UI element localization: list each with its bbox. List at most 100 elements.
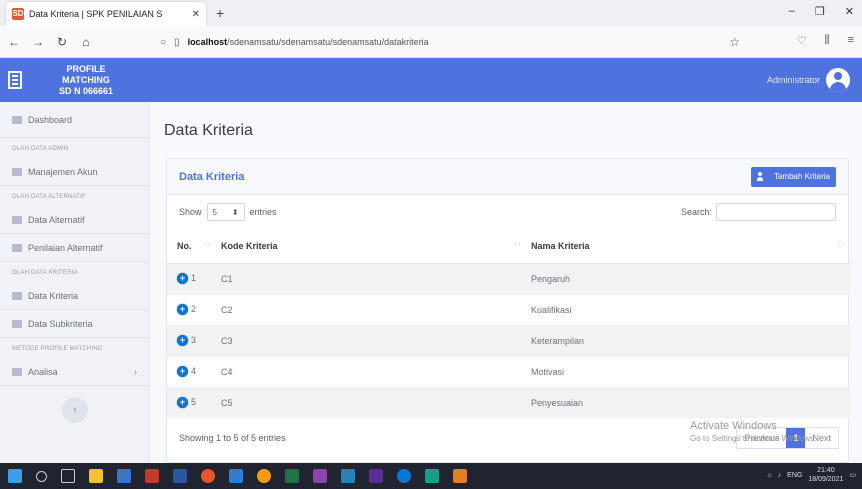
edge-icon[interactable] (397, 469, 411, 483)
cell-kode: C2 (217, 293, 527, 325)
cell-nama: Kualifikasi (527, 293, 850, 325)
chrome-icon[interactable] (257, 469, 271, 483)
row-number: 4 (191, 365, 197, 376)
sidebar-item-subkriteria[interactable]: Data Subkriteria (0, 310, 149, 338)
column-header-kode[interactable]: Kode Kriteria ↑↓ (217, 229, 527, 264)
show-label: Show (179, 207, 202, 217)
cell-kode: C4 (217, 355, 527, 387)
sidebar-item-penilaian[interactable]: Penilaian Alternatif (0, 234, 149, 262)
pocket-icon[interactable]: ♡ (797, 34, 807, 47)
home-icon[interactable]: ⌂ (80, 35, 92, 49)
library-icon[interactable]: ⫼ (825, 34, 830, 47)
sidebar-item-alternatif[interactable]: Data Alternatif (0, 206, 149, 234)
dashboard-icon (12, 115, 22, 124)
sidebar: Dashboard OLAH DATA ADMIN Manajemen Akun… (0, 102, 150, 463)
app-icon[interactable] (313, 469, 327, 483)
user-plus-icon (756, 172, 766, 181)
card-title: Data Kriteria (179, 170, 245, 183)
sidebar-item-dashboard[interactable]: Dashboard (0, 102, 149, 138)
sidebar-item-akun[interactable]: Manajemen Akun (0, 158, 149, 186)
table-header-row: No. ↑↓ Kode Kriteria ↑↓ Nama Kriteria ↑↓ (167, 229, 850, 264)
close-window-icon[interactable]: ✕ (845, 5, 854, 18)
start-icon[interactable] (8, 469, 22, 483)
sidebar-item-label: Manajemen Akun (28, 166, 98, 177)
table-row: +4 C4 Motivasi (167, 355, 850, 387)
expand-plus-icon[interactable]: + (177, 366, 188, 378)
sidebar-toggle-button[interactable]: ‹ (62, 397, 88, 423)
entries-select[interactable]: 5 ⬍ (206, 203, 245, 221)
tab-close-icon[interactable]: ✕ (192, 9, 200, 20)
clock-date: 18/09/2021 (808, 476, 844, 483)
user-menu[interactable]: Administrator (767, 68, 850, 92)
task-view-icon[interactable] (61, 469, 75, 483)
add-kriteria-button[interactable]: Tambah Kriteria (750, 166, 836, 187)
url-host: localhost (187, 37, 228, 47)
brand-line: SD N 066661 (58, 85, 114, 96)
sidebar-heading: OLAH DATA ADMIN (12, 146, 69, 152)
browser-tab[interactable]: SD Data Kriteria | SPK PENILAIAN S ✕ (6, 2, 206, 26)
card-header: Data Kriteria Tambah Kriteria (167, 159, 848, 195)
reload-icon[interactable]: ↻ (56, 35, 68, 49)
cell-nama: Motivasi (527, 355, 850, 387)
powerpoint-icon[interactable] (145, 469, 159, 483)
table-row: +1 C1 Pengaruh (167, 262, 850, 294)
row-number: 1 (191, 272, 197, 283)
cell-kode: C3 (217, 324, 527, 356)
user-edit-icon (12, 243, 22, 252)
maximize-icon[interactable]: ❐ (815, 5, 825, 18)
table-row: +2 C2 Kualifikasi (167, 293, 850, 325)
back-icon[interactable]: ← (8, 35, 20, 49)
url-bar[interactable]: ○ ▯ localhost /sdenamsatu/sdenamsatu/sde… (160, 31, 750, 53)
network-icon[interactable]: ⌂ (767, 472, 771, 479)
bookmark-star-icon[interactable]: ☆ (729, 35, 740, 49)
visual-studio-icon[interactable] (369, 469, 383, 483)
sidebar-item-kriteria[interactable]: Data Kriteria (0, 282, 149, 310)
expand-plus-icon[interactable]: + (177, 335, 188, 347)
minimize-icon[interactable]: – (789, 5, 795, 18)
sort-icon: ↑↓ (204, 241, 211, 248)
word-icon[interactable] (173, 469, 187, 483)
column-header-nama[interactable]: Nama Kriteria ↑↓ (527, 229, 850, 264)
clock[interactable]: 21:40 18/09/2021 (808, 466, 843, 484)
chevron-right-icon: › (134, 366, 137, 377)
sidebar-heading: METODE PROFILE MATCHING (12, 346, 103, 352)
expand-plus-icon[interactable]: + (177, 397, 188, 409)
sort-icon: ↑↓ (514, 241, 521, 248)
search-icon[interactable] (36, 470, 47, 482)
sidebar-item-analisa[interactable]: Analisa › (0, 358, 149, 386)
expand-plus-icon[interactable]: + (177, 304, 188, 316)
table-controls: Show 5 ⬍ entries Search: (167, 195, 848, 229)
cell-no: +1 (167, 262, 217, 294)
expand-plus-icon[interactable]: + (177, 273, 188, 285)
language-indicator[interactable]: ENG (787, 472, 802, 479)
xampp-icon[interactable] (453, 469, 467, 483)
app-icon[interactable] (229, 469, 243, 483)
excel-icon[interactable] (285, 469, 299, 483)
forward-icon[interactable]: → (32, 35, 44, 49)
watermark-title: Activate Windows (690, 420, 777, 432)
search-input[interactable] (716, 203, 836, 221)
photoshop-icon[interactable] (341, 469, 355, 483)
table-info: Showing 1 to 5 of 5 entries (179, 433, 286, 443)
cell-nama: Pengaruh (527, 262, 850, 294)
app-icon[interactable] (425, 469, 439, 483)
notification-icon[interactable]: ▭ (849, 471, 856, 479)
cell-no: +4 (167, 355, 217, 387)
cell-no: +5 (167, 386, 217, 418)
file-explorer-icon[interactable] (89, 469, 103, 483)
tab-title: Data Kriteria | SPK PENILAIAN S (29, 9, 163, 19)
user-card-icon (12, 167, 22, 176)
column-label: Kode Kriteria (221, 240, 278, 251)
sidebar-item-label: Dashboard (28, 114, 73, 125)
brand[interactable]: PROFILE MATCHING SD N 066661 (0, 58, 150, 102)
sidebar-item-label: Data Subkriteria (28, 318, 93, 329)
favicon-icon: SD (12, 8, 24, 20)
brand-line: MATCHING (62, 74, 110, 85)
firefox-icon[interactable] (201, 469, 215, 483)
store-icon[interactable] (117, 469, 131, 483)
column-header-no[interactable]: No. ↑↓ (167, 229, 217, 264)
system-tray: ⌂ ♪ ENG 21:40 18/09/2021 ▭ (767, 466, 856, 484)
volume-icon[interactable]: ♪ (778, 472, 782, 479)
new-tab-icon[interactable]: + (216, 2, 224, 26)
menu-icon[interactable]: ≡ (848, 34, 854, 47)
